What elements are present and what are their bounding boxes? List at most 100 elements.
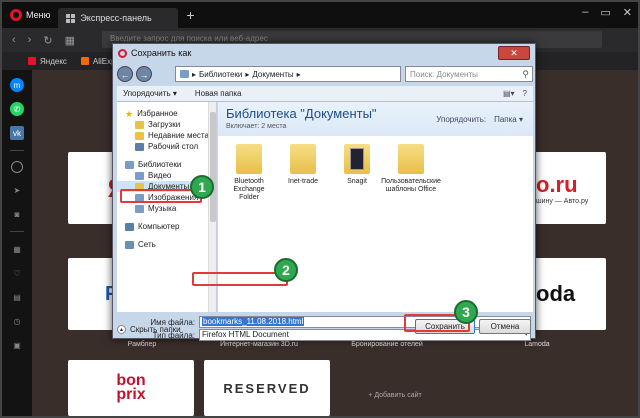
yandex-icon — [28, 57, 36, 65]
bookmark-label: Яндекс — [40, 56, 67, 66]
tile-caption: Lamoda — [524, 341, 550, 348]
tab-label: Экспресс-панель — [80, 13, 152, 23]
tile-text: oda — [536, 281, 576, 306]
forward-icon[interactable]: › — [28, 34, 32, 46]
chevron-up-icon: ▴ — [117, 325, 126, 334]
history-icon[interactable]: ◷ — [10, 314, 24, 328]
folder-icon — [236, 144, 262, 174]
messenger-icon[interactable]: m — [10, 78, 24, 92]
dialog-navbar: ← → ▸ Библиотеки ▸ Документы ▸ Поиск: До… — [117, 64, 533, 84]
nav-label: Компьютер — [138, 222, 180, 231]
nav-computer[interactable]: Компьютер — [117, 221, 216, 232]
file-item[interactable]: Snagit — [336, 144, 378, 202]
speed-dial-tile[interactable]: o.ru шину — Авто.ру — [532, 152, 606, 224]
whatsapp-icon[interactable]: ✆ — [10, 102, 24, 116]
filename-value: bookmarks_11.08.2018.html — [202, 317, 305, 326]
file-item[interactable]: Inet-trade — [282, 144, 324, 202]
scrollbar-thumb[interactable] — [210, 112, 216, 222]
send-icon[interactable]: ➤ — [10, 183, 24, 197]
speed-dial-tile[interactable]: oda — [532, 258, 606, 330]
dialog-close-button[interactable]: ✕ — [498, 46, 530, 60]
file-name: Bluetooth Exchange Folder — [233, 178, 265, 201]
breadcrumb-sep: ▸ — [192, 69, 197, 79]
nav-label: Загрузки — [148, 120, 181, 129]
speed-dial-tile[interactable]: bon prix — [68, 360, 194, 416]
forward-icon[interactable]: → — [136, 66, 152, 82]
close-window-icon[interactable]: ✕ — [623, 6, 632, 19]
sidebar-divider — [10, 150, 24, 151]
cancel-button[interactable]: Отмена — [479, 319, 531, 334]
nav-music[interactable]: Музыка — [117, 203, 216, 214]
file-item[interactable]: Bluetooth Exchange Folder — [228, 144, 270, 202]
nav-favorites[interactable]: ★ Избранное — [117, 108, 216, 119]
news-icon[interactable]: ▤ — [10, 290, 24, 304]
nav-network[interactable]: Сеть — [117, 239, 216, 250]
hide-folders-label: Скрыть папки — [130, 325, 181, 334]
breadcrumb-item[interactable]: Документы — [252, 70, 293, 79]
maximize-icon[interactable]: ▭ — [600, 6, 610, 19]
callout-badge-2: 2 — [274, 258, 298, 282]
vk-icon[interactable]: vk — [10, 126, 24, 140]
bookmark-yandex[interactable]: Яндекс — [28, 57, 67, 66]
home-grid-icon[interactable]: ▦ — [65, 34, 75, 47]
dialog-title: Сохранить как — [131, 48, 192, 58]
new-tab-button[interactable]: + — [186, 7, 194, 23]
heart-icon[interactable]: ♡ — [10, 266, 24, 280]
camera-icon[interactable]: ◙ — [10, 207, 24, 221]
opera-menu-button[interactable]: Меню — [2, 2, 58, 28]
browser-window: Меню Экспресс-панель + – ▭ ✕ ‹ › ↻ ▦ Вве… — [0, 0, 640, 418]
back-icon[interactable]: ‹ — [12, 34, 16, 46]
arrange-by: Упорядочить: Папка ▾ — [436, 115, 523, 124]
computer-icon — [125, 222, 134, 231]
search-icon: ⚲ — [522, 69, 529, 79]
tile-text: bon prix — [116, 372, 146, 403]
callout-outline-filename — [192, 272, 288, 286]
nav-label: Рабочий стол — [148, 142, 199, 151]
file-list: Bluetooth Exchange Folder Inet-trade Sna… — [218, 136, 533, 210]
minimize-icon[interactable]: – — [582, 6, 588, 19]
nav-recent-places[interactable]: Недавние места — [117, 130, 216, 141]
arrange-dropdown[interactable]: Папка ▾ — [494, 115, 523, 124]
breadcrumb-sep: ▸ — [245, 69, 250, 79]
recent-places-icon — [135, 131, 144, 140]
tile-caption: Бронирование отелей — [351, 341, 423, 348]
search-icon[interactable] — [11, 161, 23, 173]
breadcrumb-item[interactable]: Библиотеки — [199, 70, 242, 79]
sidebar-divider — [10, 231, 24, 232]
star-icon: ★ — [125, 108, 134, 119]
extensions-icon[interactable]: ▣ — [10, 338, 24, 352]
file-name: Snagit — [347, 178, 367, 185]
tile-caption: Рамблер — [127, 341, 157, 348]
nav-libraries[interactable]: Библиотеки — [117, 159, 216, 170]
reload-icon[interactable]: ↻ — [43, 34, 52, 47]
speed-dial-icon — [66, 13, 76, 23]
search-input[interactable]: Поиск: Документы ⚲ — [405, 66, 533, 82]
nav-downloads[interactable]: Загрузки — [117, 119, 216, 130]
file-name: Inet-trade — [288, 178, 318, 185]
nav-desktop[interactable]: Рабочий стол — [117, 141, 216, 152]
help-icon[interactable]: ? — [523, 89, 527, 98]
back-icon[interactable]: ← — [117, 66, 133, 82]
library-header: Библиотека "Документы" Включает: 2 места… — [218, 102, 533, 136]
view-options-icon[interactable]: ▤▾ — [503, 89, 515, 98]
organize-button[interactable]: Упорядочить ▾ — [123, 89, 177, 98]
music-icon — [135, 204, 144, 213]
tab-speed-dial[interactable]: Экспресс-панель — [58, 8, 179, 28]
filetype-value: Firefox HTML Document — [202, 330, 289, 339]
nav-label: Недавние места — [148, 131, 209, 140]
network-icon — [125, 240, 134, 249]
new-folder-button[interactable]: Новая папка — [195, 89, 242, 98]
nav-label: Музыка — [148, 204, 177, 213]
speed-dial-sidebar-icon[interactable]: ▦ — [10, 242, 24, 256]
tile-caption: Интернет-магазин 3D.ru — [220, 341, 298, 348]
window-controls: – ▭ ✕ — [582, 6, 632, 19]
arrange-label: Упорядочить: — [436, 115, 487, 124]
video-icon — [135, 171, 144, 180]
opera-sidebar: m ✆ vk ➤ ◙ ▦ ♡ ▤ ◷ ▣ — [2, 70, 32, 416]
add-site-button[interactable]: + Добавить сайт — [332, 392, 458, 399]
dialog-titlebar: Сохранить как — [113, 44, 535, 62]
speed-dial-tile[interactable]: RESERVED — [204, 360, 330, 416]
file-item[interactable]: Пользовательские шаблоны Office — [381, 144, 441, 202]
hide-folders-toggle[interactable]: ▴ Скрыть папки — [117, 325, 181, 334]
breadcrumb[interactable]: ▸ Библиотеки ▸ Документы ▸ — [175, 66, 401, 82]
